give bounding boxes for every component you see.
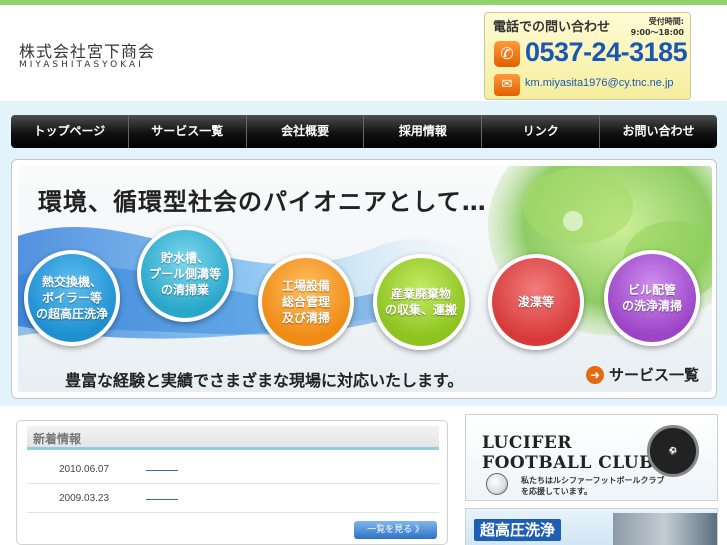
hero-wrapper: 環境、循環型社会のパイオニアとして… 熱交換機、 ボイラー等 の超高圧洗浄 貯水…: [0, 159, 727, 406]
news-more-button[interactable]: 一覧を見る 》: [354, 521, 437, 539]
lucifer-fc-title: LUCIFER FOOTBALL CLUB: [482, 433, 654, 473]
nav-item-links[interactable]: リンク: [482, 115, 601, 148]
contact-title: 電話での問い合わせ: [493, 20, 611, 35]
phone-icon: ✆: [494, 41, 520, 67]
hero-banner: 環境、循環型社会のパイオニアとして… 熱交換機、 ボイラー等 の超高圧洗浄 貯水…: [11, 159, 717, 399]
service-circle-waste[interactable]: 産業廃棄物 の収集、運搬: [373, 254, 469, 350]
service-circle-water-tank[interactable]: 貯水槽、 プール側溝等 の清掃業: [137, 226, 233, 322]
company-logo[interactable]: 株式会社宮下商会: [19, 38, 155, 62]
news-panel: 新着情報 2010.06.07 2009.03.23 一覧を見る 》: [16, 420, 448, 545]
service-list-link[interactable]: ➜ サービス一覧: [586, 364, 699, 385]
email-link[interactable]: km.miyasita1976@cy.tnc.ne.jp: [525, 77, 674, 89]
lucifer-fc-subtext: 私たちはルシファーフットボールクラブ を応援しています。: [521, 476, 665, 496]
hero-subtitle: 豊富な経験と実績でさまざまな現場に対応いたします。: [65, 371, 464, 390]
nav-item-top[interactable]: トップページ: [11, 115, 129, 148]
phone-number[interactable]: 0537-24-3185: [525, 37, 688, 68]
club-crest-icon: ⚽: [647, 425, 699, 477]
service-circle-high-pressure[interactable]: 熱交換機、 ボイラー等 の超高圧洗浄: [24, 250, 120, 346]
contact-box: 電話での問い合わせ 受付時間: 9:00〜18:00 ✆ 0537-24-318…: [484, 12, 691, 100]
lucifer-fc-title-line2: FOOTBALL CLUB: [482, 453, 654, 473]
news-item: 2009.03.23: [27, 485, 439, 513]
news-link[interactable]: [146, 470, 178, 471]
business-hours: 受付時間: 9:00〜18:00: [631, 16, 684, 38]
high-pressure-photo: [613, 513, 717, 545]
arrow-right-icon: ➜: [586, 366, 604, 384]
service-circle-dredging[interactable]: 浚渫等: [488, 254, 584, 350]
news-date: 2009.03.23: [59, 493, 110, 504]
soccer-ball-icon: [486, 473, 508, 495]
business-hours-label: 受付時間:: [648, 17, 684, 26]
main-nav: トップページ サービス一覧 会社概要 採用情報 リンク お問い合わせ: [11, 115, 717, 148]
hero-title: 環境、循環型社会のパイオニアとして…: [38, 188, 487, 216]
news-item: 2010.06.07: [27, 456, 439, 484]
high-pressure-label: 超高圧洗浄: [474, 519, 562, 541]
nav-wrapper: トップページ サービス一覧 会社概要 採用情報 リンク お問い合わせ: [0, 101, 727, 159]
company-logo-en: MIYASHITASYOKAI: [19, 60, 144, 70]
nav-item-services[interactable]: サービス一覧: [129, 115, 247, 148]
lucifer-fc-title-line1: LUCIFER: [482, 433, 572, 453]
news-header: 新着情報: [27, 426, 439, 450]
lucifer-fc-banner[interactable]: LUCIFER FOOTBALL CLUB 私たちはルシファーフットボールクラブ…: [465, 414, 718, 501]
nav-item-company[interactable]: 会社概要: [247, 115, 365, 148]
service-circle-pipe[interactable]: ビル配管 の洗浄清掃: [604, 250, 700, 346]
nav-item-recruit[interactable]: 採用情報: [364, 115, 483, 148]
high-pressure-banner[interactable]: 超高圧洗浄: [465, 508, 718, 545]
site-header: 株式会社宮下商会 MIYASHITASYOKAI 電話での問い合わせ 受付時間:…: [0, 5, 727, 108]
service-circle-factory[interactable]: 工場設備 総合管理 及び清掃: [258, 254, 354, 350]
news-date: 2010.06.07: [59, 464, 110, 475]
news-title: 新着情報: [33, 432, 82, 446]
nav-item-contact[interactable]: お問い合わせ: [600, 115, 717, 148]
mail-icon: ✉: [494, 74, 520, 96]
service-list-link-label: サービス一覧: [609, 366, 700, 384]
news-link[interactable]: [146, 499, 178, 500]
hero-image: 環境、循環型社会のパイオニアとして… 熱交換機、 ボイラー等 の超高圧洗浄 貯水…: [18, 166, 712, 392]
